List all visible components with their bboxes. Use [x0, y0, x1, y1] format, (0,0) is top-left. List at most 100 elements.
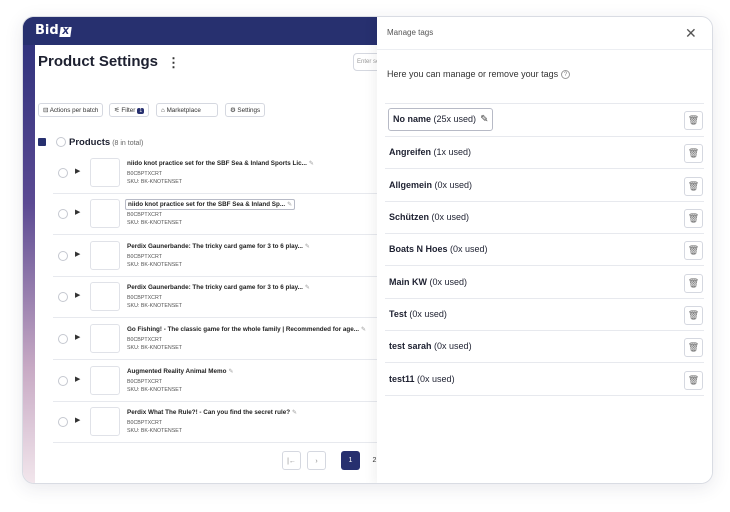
trash-icon: 🗑 [687, 213, 700, 223]
product-row[interactable]: ▶ Perdix What The Rule?! - Can you find t… [53, 402, 395, 443]
pencil-icon[interactable]: ✎ [305, 285, 310, 291]
product-name[interactable]: Augmented Reality Animal Memo ✎ [127, 368, 234, 375]
tag-label: Schützen (0x used) [389, 212, 470, 222]
pencil-icon[interactable]: ✎ [309, 161, 314, 167]
product-name[interactable]: Perdix What The Rule?! - Can you find th… [127, 409, 297, 416]
trash-icon: 🗑 [687, 115, 700, 125]
product-row[interactable]: ▶ niido knot practice set for the SBF Sea… [53, 153, 395, 194]
delete-tag-button[interactable]: 🗑 [684, 144, 703, 163]
panel-title: Manage tags [387, 28, 434, 37]
delete-tag-button[interactable]: 🗑 [684, 209, 703, 228]
product-asin: B0CBPTXCRT [127, 379, 162, 385]
tag-label[interactable]: No name (25x used) ✎ [388, 108, 494, 131]
row-select-radio[interactable] [58, 209, 68, 219]
filter-icon: ⚟ [114, 107, 120, 114]
row-select-radio[interactable] [58, 417, 68, 427]
product-sku: SKU: BK-KNOTENSET [127, 345, 183, 351]
tag-row: Allgemein (0x used) 🗑 [385, 170, 704, 202]
product-asin: B0CBPTXCRT [127, 337, 162, 343]
delete-tag-button[interactable]: 🗑 [684, 371, 703, 390]
trash-icon: 🗑 [687, 310, 700, 320]
store-icon: ⌂ [161, 107, 165, 114]
delete-tag-button[interactable]: 🗑 [684, 306, 703, 325]
filter-button[interactable]: ⚟ Filter 1 [109, 103, 150, 117]
edit-pencil-icon[interactable]: ✎ [480, 114, 488, 125]
expand-arrow-icon[interactable]: ▶ [75, 250, 80, 258]
product-name[interactable]: Go Fishing! - The classic game for the w… [127, 326, 366, 333]
logo[interactable]: Bid X [35, 23, 72, 38]
delete-tag-button[interactable]: 🗑 [684, 241, 703, 260]
product-sku: SKU: BK-KNOTENSET [127, 428, 183, 434]
product-row[interactable]: ▶ niido knot practice set for the SBF Sea… [53, 194, 395, 235]
tag-row: No name (25x used) ✎ 🗑 [385, 103, 704, 137]
tag-label: Test (0x used) [389, 309, 447, 319]
product-thumbnail [90, 324, 120, 353]
pencil-icon[interactable]: ✎ [287, 202, 292, 208]
tag-row: Boats N Hoes (0x used) 🗑 [385, 234, 704, 266]
expand-arrow-icon[interactable]: ▶ [75, 208, 80, 216]
more-options-icon[interactable]: ⋮ [167, 55, 180, 71]
row-select-radio[interactable] [58, 376, 68, 386]
select-all-radio[interactable] [56, 137, 66, 147]
product-thumbnail [90, 241, 120, 270]
delete-tag-button[interactable]: 🗑 [684, 111, 703, 130]
expand-arrow-icon[interactable]: ▶ [75, 375, 80, 383]
product-row[interactable]: ▶ Go Fishing! - The classic game for the … [53, 319, 395, 360]
marketplace-button[interactable]: ⌂ Marketplace [156, 103, 218, 117]
pencil-icon[interactable]: ✎ [292, 410, 297, 416]
expand-arrow-icon[interactable]: ▶ [75, 416, 80, 424]
expand-arrow-icon[interactable]: ▶ [75, 291, 80, 299]
product-sku: SKU: BK-KNOTENSET [127, 303, 183, 309]
product-name[interactable]: Perdix Gaunerbande: The tricky card game… [127, 284, 310, 291]
delete-tag-button[interactable]: 🗑 [684, 177, 703, 196]
tag-row: Main KW (0x used) 🗑 [385, 267, 704, 299]
tag-label: Angreifen (1x used) [389, 147, 472, 157]
expand-arrow-icon[interactable]: ▶ [75, 167, 80, 175]
select-all-checkbox[interactable] [38, 138, 46, 146]
gear-icon: ⚙ [230, 107, 236, 114]
sidebar-strip [23, 17, 35, 483]
pencil-icon[interactable]: ✎ [228, 369, 233, 375]
app-window: Bid X Product Settings ⋮ Enter search ⊟ A… [22, 16, 713, 484]
first-page-button[interactable]: |← [282, 451, 301, 470]
trash-icon: 🗑 [687, 342, 700, 352]
product-thumbnail [90, 158, 120, 187]
product-asin: B0CBPTXCRT [127, 212, 162, 218]
product-sku: SKU: BK-KNOTENSET [127, 220, 183, 226]
product-sku: SKU: BK-KNOTENSET [127, 179, 183, 185]
trash-icon: 🗑 [687, 278, 700, 288]
tag-row: test sarah (0x used) 🗑 [385, 331, 704, 363]
product-row[interactable]: ▶ Perdix Gaunerbande: The tricky card gam… [53, 277, 395, 318]
expand-arrow-icon[interactable]: ▶ [75, 333, 80, 341]
product-sku: SKU: BK-KNOTENSET [127, 387, 183, 393]
product-thumbnail [90, 199, 120, 228]
pencil-icon[interactable]: ✎ [361, 327, 366, 333]
delete-tag-button[interactable]: 🗑 [684, 274, 703, 293]
next-page-button[interactable]: › [307, 451, 326, 470]
product-name[interactable]: Perdix Gaunerbande: The tricky card game… [127, 243, 310, 250]
trash-icon: 🗑 [687, 148, 700, 158]
row-select-radio[interactable] [58, 168, 68, 178]
tag-row: test11 (0x used) 🗑 [385, 364, 704, 396]
info-icon[interactable]: ? [561, 70, 571, 80]
pencil-icon[interactable]: ✎ [305, 244, 310, 250]
product-asin: B0CBPTXCRT [127, 171, 162, 177]
tag-label: test11 (0x used) [389, 374, 455, 384]
product-name[interactable]: niido knot practice set for the SBF Sea … [125, 199, 296, 210]
product-thumbnail [90, 282, 120, 311]
product-row[interactable]: ▶ Perdix Gaunerbande: The tricky card gam… [53, 236, 395, 277]
trash-icon: 🗑 [687, 375, 700, 385]
row-select-radio[interactable] [58, 334, 68, 344]
close-icon[interactable]: ✕ [685, 25, 697, 42]
page-1-button[interactable]: 1 [341, 451, 360, 470]
product-sku: SKU: BK-KNOTENSET [127, 262, 183, 268]
trash-icon: 🗑 [687, 245, 700, 255]
delete-tag-button[interactable]: 🗑 [684, 338, 703, 357]
row-select-radio[interactable] [58, 251, 68, 261]
product-row[interactable]: ▶ Augmented Reality Animal Memo ✎ B0CBPTXCR… [53, 361, 395, 402]
row-select-radio[interactable] [58, 292, 68, 302]
product-name[interactable]: niido knot practice set for the SBF Sea … [127, 160, 314, 167]
products-heading: Products (8 in total) [69, 137, 144, 148]
settings-button[interactable]: ⚙ Settings [225, 103, 266, 117]
actions-per-batch-button[interactable]: ⊟ Actions per batch [38, 103, 104, 117]
